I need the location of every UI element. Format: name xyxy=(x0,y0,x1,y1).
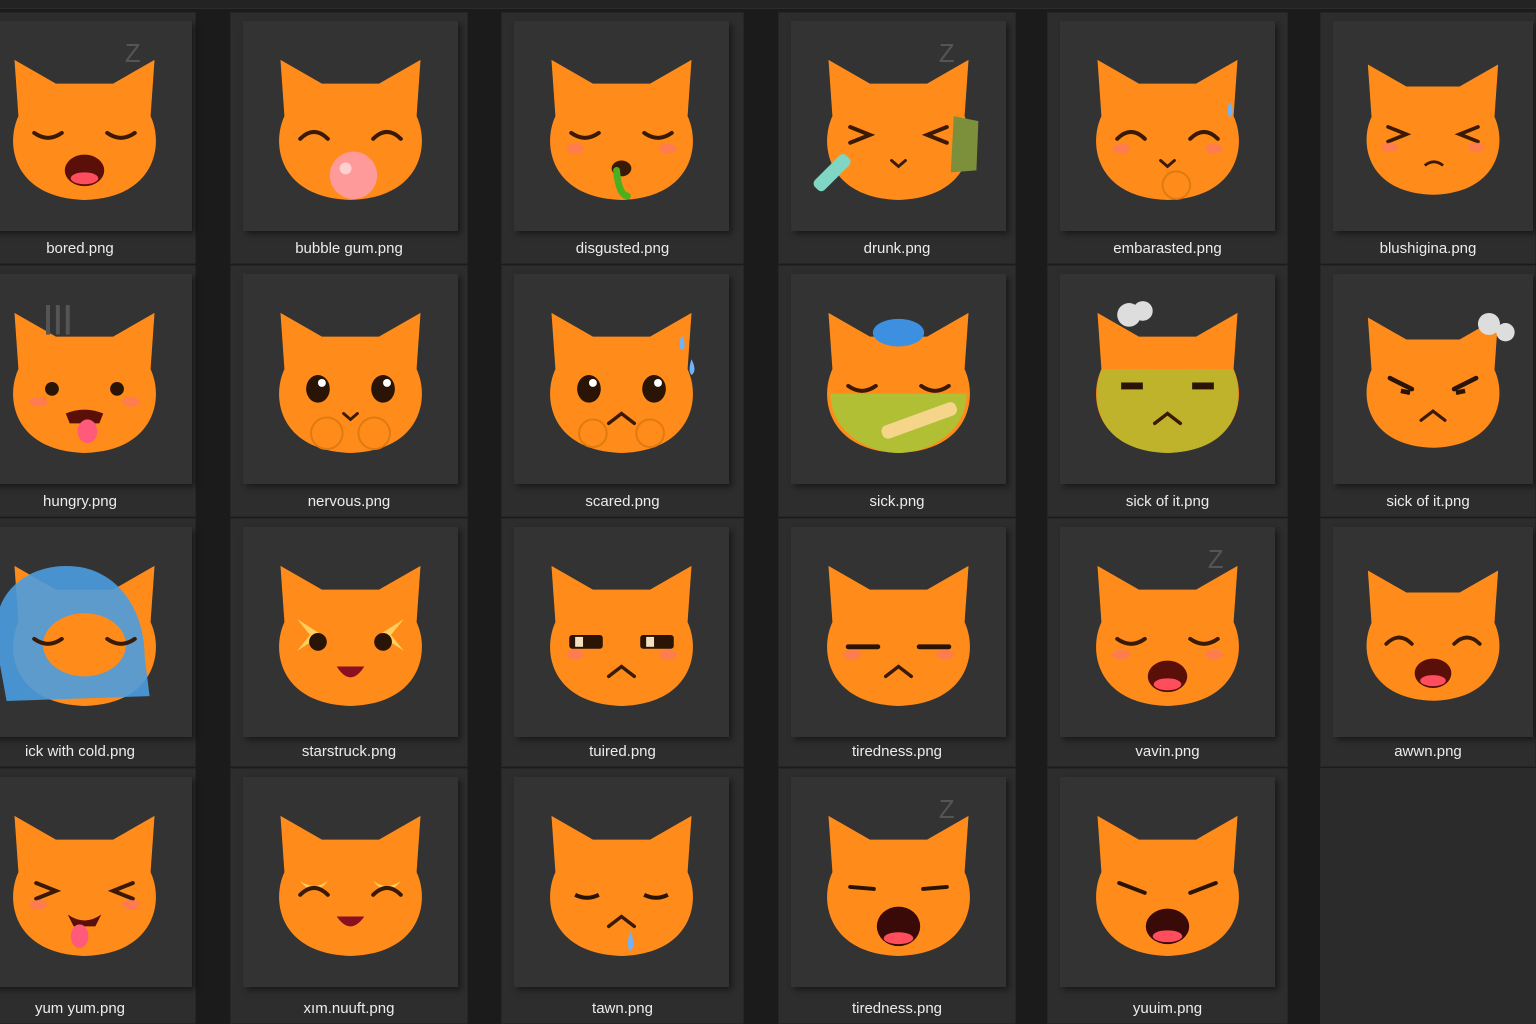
svg-text:Z: Z xyxy=(939,40,955,68)
file-name-label: blushigina.png xyxy=(1379,240,1477,257)
svg-text:Z: Z xyxy=(939,796,955,824)
cat-shout-icon xyxy=(1096,815,1239,956)
file-name-label: yuuim.png xyxy=(1132,1000,1203,1017)
file-name-label: sick of it.png xyxy=(1386,493,1470,510)
file-thumbnail[interactable]: Z xyxy=(1060,527,1275,737)
file-thumbnail[interactable] xyxy=(1333,274,1533,484)
file-name-label: drunk.png xyxy=(863,240,931,257)
file-name-label: nervous.png xyxy=(307,493,391,510)
cat-sick-icon xyxy=(827,312,970,453)
file-thumbnail[interactable] xyxy=(1060,21,1275,231)
cat-disgusted-icon xyxy=(550,59,693,200)
file-item[interactable]: Zdrunk.png xyxy=(778,12,1016,264)
file-name-label: sick of it.png xyxy=(1125,493,1210,510)
file-thumbnail[interactable] xyxy=(1060,274,1275,484)
file-name-label: tiredness.png xyxy=(851,1000,943,1017)
cat-sad-tear-icon xyxy=(550,815,693,956)
file-item[interactable]: nervous.png xyxy=(230,265,468,517)
file-item[interactable]: Ztiredness.png xyxy=(778,768,1016,1024)
file-name-label: disgusted.png xyxy=(575,240,670,257)
cat-blushing-icon xyxy=(1366,64,1500,195)
file-thumbnail[interactable] xyxy=(243,21,458,231)
svg-text:Z: Z xyxy=(125,40,141,68)
file-thumbnail[interactable] xyxy=(514,274,729,484)
cat-scared-icon xyxy=(550,312,695,453)
file-item[interactable]: bubble gum.png xyxy=(230,12,468,264)
file-item[interactable]: tiredness.png xyxy=(778,518,1016,767)
file-item[interactable]: awwn.png xyxy=(1320,518,1536,767)
cat-sick-of-it-icon xyxy=(1096,301,1239,453)
file-item[interactable]: hungry.png xyxy=(0,265,196,517)
file-item[interactable]: sick.png xyxy=(778,265,1016,517)
file-thumbnail[interactable] xyxy=(0,777,192,987)
file-thumbnail[interactable] xyxy=(243,777,458,987)
file-name-label: starstruck.png xyxy=(301,743,397,760)
file-name-label: yum yum.png xyxy=(34,1000,126,1017)
cat-bubble-gum-icon xyxy=(279,59,422,200)
file-thumbnail[interactable]: Z xyxy=(791,21,1006,231)
file-item[interactable]: scared.png xyxy=(501,265,744,517)
file-name-label: hungry.png xyxy=(43,493,117,510)
file-thumbnail[interactable] xyxy=(1333,527,1533,737)
file-thumbnail[interactable] xyxy=(1333,21,1533,231)
svg-text:Z: Z xyxy=(1208,546,1224,574)
file-item[interactable]: sick of it.png xyxy=(1320,265,1536,517)
cat-tired-icon xyxy=(550,565,693,706)
file-name-label: tawn.png xyxy=(592,1000,653,1017)
cat-nervous-icon xyxy=(279,312,422,453)
cat-yum-icon xyxy=(13,815,156,956)
file-item[interactable]: disgusted.png xyxy=(501,12,744,264)
file-name-label: tuired.png xyxy=(589,743,656,760)
cat-annoyed-icon xyxy=(1366,312,1515,448)
cat-yawn-icon xyxy=(1366,570,1500,701)
file-item[interactable]: embarasted.png xyxy=(1047,12,1288,264)
file-name-label: embarasted.png xyxy=(1113,240,1222,257)
file-name-label: bored.png xyxy=(46,240,114,257)
file-item[interactable]: Zvavin.png xyxy=(1047,518,1288,767)
cat-bored-icon: Z xyxy=(13,40,156,200)
file-thumbnail[interactable] xyxy=(243,527,458,737)
file-item[interactable]: ick with cold.png xyxy=(0,518,196,767)
file-name-label: vavin.png xyxy=(1135,743,1200,760)
file-thumbnail[interactable] xyxy=(514,777,729,987)
file-item[interactable]: starstruck.png xyxy=(230,518,468,767)
cat-sick-with-cold-icon xyxy=(0,565,156,706)
cat-laughing-icon xyxy=(279,815,422,956)
cat-hungry-icon xyxy=(13,305,156,453)
file-item[interactable]: tawn.png xyxy=(501,768,744,1024)
file-name-label: ick with cold.png xyxy=(24,743,136,760)
file-item[interactable]: Zbored.png xyxy=(0,12,196,264)
file-item[interactable]: yum yum.png xyxy=(0,768,196,1024)
cat-yawning-icon: Z xyxy=(1096,546,1239,706)
cat-sleepy-yawn-icon: Z xyxy=(827,796,970,956)
file-name-label: awwn.png xyxy=(1394,743,1462,760)
file-thumbnail[interactable] xyxy=(1060,777,1275,987)
file-name-label: tiredness.png xyxy=(851,743,943,760)
file-item[interactable]: yuuim.png xyxy=(1047,768,1288,1024)
file-thumbnail[interactable]: Z xyxy=(791,777,1006,987)
file-thumbnail[interactable] xyxy=(791,527,1006,737)
file-thumbnail[interactable] xyxy=(0,274,192,484)
file-name-label: sick.png xyxy=(869,493,925,510)
file-item[interactable]: sick of it.png xyxy=(1047,265,1288,517)
window-top-bar xyxy=(0,0,1536,9)
file-thumbnail[interactable]: Z xyxy=(0,21,192,231)
cat-drunk-icon: Z xyxy=(813,40,979,200)
file-thumbnail[interactable] xyxy=(0,527,192,737)
file-item[interactable]: blushigina.png xyxy=(1320,12,1536,264)
cat-starstruck-icon xyxy=(279,565,422,706)
file-thumbnail[interactable] xyxy=(514,527,729,737)
file-name-label: scared.png xyxy=(585,493,660,510)
file-item[interactable]: tuired.png xyxy=(501,518,744,767)
file-thumbnail[interactable] xyxy=(243,274,458,484)
cat-embarrassed-icon xyxy=(1096,59,1239,200)
cat-tiredness-icon xyxy=(827,565,970,706)
file-item[interactable]: xım.nuuft.png xyxy=(230,768,468,1024)
file-thumbnail[interactable] xyxy=(791,274,1006,484)
file-thumbnail[interactable] xyxy=(514,21,729,231)
file-name-label: xım.nuuft.png xyxy=(303,1000,395,1017)
empty-grid-slot xyxy=(1320,768,1536,1024)
file-name-label: bubble gum.png xyxy=(295,240,403,257)
